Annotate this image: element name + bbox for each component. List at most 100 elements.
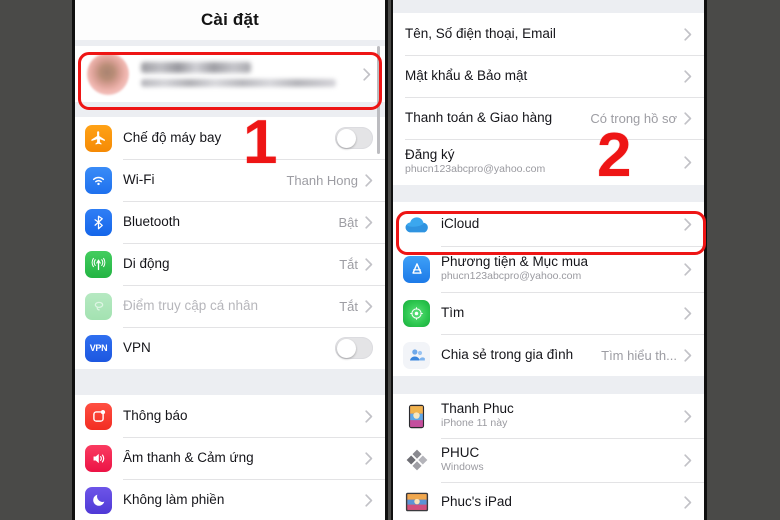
row-label: Thông báo bbox=[123, 408, 188, 424]
settings-row-subscriptions[interactable]: Đăng ký phucn123abcpro@yahoo.com bbox=[393, 139, 704, 185]
row-label: iCloud bbox=[441, 216, 480, 232]
settings-row-name-phone-email[interactable]: Tên, Số điện thoại, Email bbox=[393, 13, 704, 55]
chevron-right-icon bbox=[684, 306, 692, 320]
chevron-right-icon bbox=[684, 262, 692, 276]
row-label: Tìm bbox=[441, 305, 465, 321]
vpn-icon: VPN bbox=[85, 334, 112, 362]
notifications-icon bbox=[85, 402, 112, 430]
settings-row-cellular[interactable]: Di động Tắt bbox=[75, 243, 385, 285]
chevron-right-icon bbox=[363, 67, 371, 81]
settings-row-bluetooth[interactable]: Bluetooth Bật bbox=[75, 201, 385, 243]
settings-row-wifi[interactable]: Wi-Fi Thanh Hong bbox=[75, 159, 385, 201]
chevron-right-icon bbox=[684, 155, 692, 169]
apple-id-right-panel: Tên, Số điện thoại, Email Mật khẩu & Bảo… bbox=[391, 0, 707, 520]
chevron-right-icon bbox=[365, 409, 373, 423]
row-label: Thanh toán & Giao hàng bbox=[405, 110, 553, 126]
apple-id-profile-row[interactable] bbox=[75, 46, 385, 102]
row-label: Mật khẩu & Bảo mật bbox=[405, 68, 528, 84]
chevron-right-icon bbox=[684, 409, 692, 423]
row-value: Bật bbox=[338, 214, 358, 230]
chevron-right-icon bbox=[684, 69, 692, 83]
row-label: Di động bbox=[123, 256, 170, 272]
row-value: Tắt bbox=[339, 298, 358, 314]
row-label: Tên, Số điện thoại, Email bbox=[405, 26, 556, 42]
notifications-group: Thông báo Âm thanh & Cảm ứng Không làm p… bbox=[75, 395, 385, 520]
settings-row-find-my[interactable]: Tìm bbox=[393, 292, 704, 334]
row-label: Chế độ máy bay bbox=[123, 130, 222, 146]
row-sublabel: phucn123abcpro@yahoo.com bbox=[441, 270, 582, 283]
section-gap bbox=[393, 185, 704, 202]
chevron-right-icon bbox=[365, 257, 373, 271]
row-label: Chia sẻ trong gia đình bbox=[441, 347, 574, 363]
page-title: Cài đặt bbox=[75, 0, 385, 40]
settings-row-icloud[interactable]: iCloud bbox=[393, 202, 704, 246]
settings-row-media-purchases[interactable]: Phương tiện & Mục mua phucn123abcpro@yah… bbox=[393, 246, 704, 292]
avatar bbox=[87, 53, 129, 95]
appstore-icon bbox=[403, 255, 430, 283]
device-row-windows[interactable]: PHUC Windows bbox=[393, 438, 704, 482]
row-label: Phương tiện & Mục mua bbox=[441, 253, 588, 269]
row-label: Điểm truy cập cá nhân bbox=[123, 298, 259, 314]
settings-row-do-not-disturb[interactable]: Không làm phiền bbox=[75, 479, 385, 520]
step-marker-1: 1 bbox=[243, 108, 278, 177]
settings-row-airplane-mode[interactable]: Chế độ máy bay bbox=[75, 117, 385, 159]
icloud-icon bbox=[403, 211, 430, 238]
settings-row-vpn[interactable]: VPN VPN bbox=[75, 327, 385, 369]
row-label: Thanh Phuc bbox=[441, 400, 514, 416]
chevron-right-icon bbox=[684, 453, 692, 467]
chevron-right-icon bbox=[365, 493, 373, 507]
step-marker-2: 2 bbox=[597, 121, 632, 190]
services-group: iCloud Phương tiện & Mục mua phucn123abc… bbox=[393, 202, 704, 376]
chevron-right-icon bbox=[365, 451, 373, 465]
chevron-right-icon bbox=[684, 27, 692, 41]
chevron-right-icon bbox=[365, 215, 373, 229]
row-label: PHUC bbox=[441, 444, 480, 460]
chevron-right-icon bbox=[365, 173, 373, 187]
airplane-icon bbox=[85, 124, 112, 152]
findmy-icon bbox=[403, 299, 430, 327]
ipad-device-icon bbox=[403, 489, 430, 516]
row-value: Tắt bbox=[339, 256, 358, 272]
row-sublabel: Windows bbox=[441, 461, 484, 474]
settings-row-notifications[interactable]: Thông báo bbox=[75, 395, 385, 437]
device-row-iphone[interactable]: Thanh Phuc iPhone 11 này bbox=[393, 394, 704, 438]
screenshot-stage: Cài đặt Chế độ máy bay Wi-Fi Thanh Hong … bbox=[0, 0, 780, 520]
account-group: Tên, Số điện thoại, Email Mật khẩu & Bảo… bbox=[393, 13, 704, 185]
settings-row-personal-hotspot[interactable]: Điểm truy cập cá nhân Tắt bbox=[75, 285, 385, 327]
chevron-right-icon bbox=[684, 495, 692, 509]
family-sharing-icon bbox=[403, 341, 430, 369]
row-label: Bluetooth bbox=[123, 214, 181, 230]
chevron-right-icon bbox=[684, 111, 692, 125]
settings-row-family-sharing[interactable]: Chia sẻ trong gia đình Tìm hiểu th... bbox=[393, 334, 704, 376]
row-label: Phuc's iPad bbox=[441, 494, 512, 510]
airplane-mode-toggle[interactable] bbox=[335, 127, 373, 149]
section-gap bbox=[75, 102, 385, 117]
hotspot-icon bbox=[85, 292, 112, 320]
row-label: Đăng ký bbox=[405, 146, 455, 162]
windows-device-icon bbox=[403, 447, 430, 474]
settings-left-panel: Cài đặt Chế độ máy bay Wi-Fi Thanh Hong … bbox=[72, 0, 388, 520]
cellular-icon bbox=[85, 250, 112, 278]
row-label: Âm thanh & Cảm ứng bbox=[123, 450, 254, 466]
profile-name-redacted bbox=[141, 61, 251, 73]
row-label: VPN bbox=[123, 340, 151, 356]
section-gap bbox=[75, 369, 385, 395]
settings-row-password-security[interactable]: Mật khẩu & Bảo mật bbox=[393, 55, 704, 97]
wifi-icon bbox=[85, 166, 112, 194]
settings-row-payment-shipping[interactable]: Thanh toán & Giao hàng Có trong hồ sơ bbox=[393, 97, 704, 139]
row-label: Không làm phiền bbox=[123, 492, 225, 508]
chevron-right-icon bbox=[684, 217, 692, 231]
settings-row-sounds[interactable]: Âm thanh & Cảm ứng bbox=[75, 437, 385, 479]
scrollbar[interactable] bbox=[377, 46, 380, 154]
vpn-toggle[interactable] bbox=[335, 337, 373, 359]
row-sublabel: iPhone 11 này bbox=[441, 417, 508, 430]
row-value: Tìm hiểu th... bbox=[601, 347, 677, 363]
device-row-ipad[interactable]: Phuc's iPad bbox=[393, 482, 704, 520]
chevron-right-icon bbox=[684, 348, 692, 362]
bluetooth-icon bbox=[85, 208, 112, 236]
profile-labels bbox=[141, 61, 356, 87]
row-value: Thanh Hong bbox=[286, 172, 358, 188]
sounds-icon bbox=[85, 444, 112, 472]
iphone-device-icon bbox=[403, 403, 430, 430]
section-gap bbox=[393, 0, 704, 13]
